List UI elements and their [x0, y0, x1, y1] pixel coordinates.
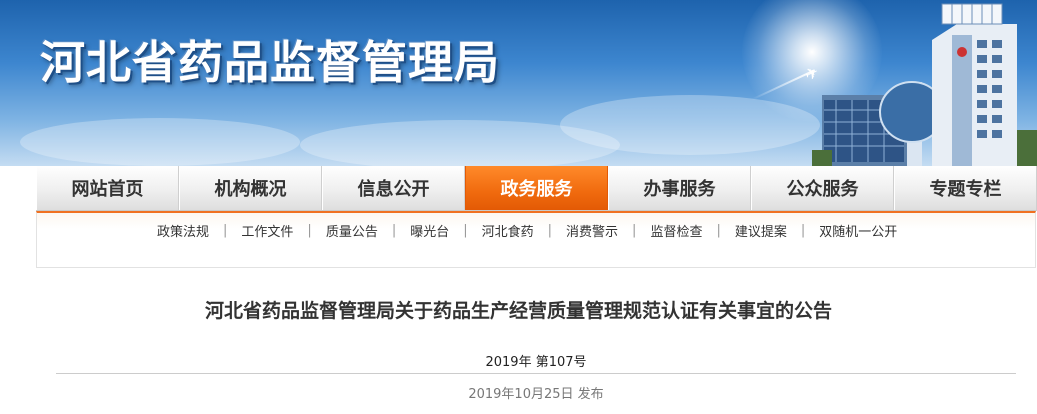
building-illustration	[812, 3, 1037, 166]
article-title: 河北省药品监督管理局关于药品生产经营质量管理规范认证有关事宜的公告	[204, 300, 832, 322]
subnav-link-inspections[interactable]: 监督检查	[636, 221, 716, 240]
sub-nav: 政策法规 | 工作文件 | 质量公告 | 曝光台 | 河北食药 | 消费警示 |…	[36, 211, 1036, 268]
header-banner: ✈ 河北省药品监督管理局	[0, 0, 1037, 166]
nav-item-government-services[interactable]: 政务服务	[465, 166, 608, 210]
nav-item-information-disclosure[interactable]: 信息公开	[322, 166, 465, 210]
divider	[56, 373, 1016, 374]
subnav-link-hebei-food-drug[interactable]: 河北食药	[468, 221, 548, 240]
publish-date: 2019年10月25日 发布	[468, 387, 604, 402]
nav-item-public-services[interactable]: 公众服务	[751, 166, 894, 210]
nav-item-organization[interactable]: 机构概况	[179, 166, 322, 210]
document-number: 2019年 第107号	[485, 355, 587, 370]
sub-nav-list: 政策法规 | 工作文件 | 质量公告 | 曝光台 | 河北食药 | 消费警示 |…	[157, 221, 911, 240]
subnav-link-random-inspection[interactable]: 双随机一公开	[805, 221, 911, 240]
nav-item-home[interactable]: 网站首页	[36, 166, 179, 210]
cloud-decoration	[300, 120, 620, 166]
cloud-decoration	[20, 118, 300, 166]
subnav-link-exposure[interactable]: 曝光台	[396, 221, 463, 240]
subnav-link-policies[interactable]: 政策法规	[157, 221, 223, 240]
nav-item-online-services[interactable]: 办事服务	[608, 166, 751, 210]
site-title: 河北省药品监督管理局	[40, 36, 501, 89]
subnav-link-work-documents[interactable]: 工作文件	[227, 221, 307, 240]
main-nav: 网站首页 机构概况 信息公开 政务服务 办事服务 公众服务 专题专栏	[36, 166, 1037, 211]
nav-item-special-topics[interactable]: 专题专栏	[894, 166, 1037, 210]
subnav-link-consumer-warnings[interactable]: 消费警示	[552, 221, 632, 240]
subnav-link-proposals[interactable]: 建议提案	[721, 221, 801, 240]
subnav-link-quality-bulletins[interactable]: 质量公告	[312, 221, 392, 240]
